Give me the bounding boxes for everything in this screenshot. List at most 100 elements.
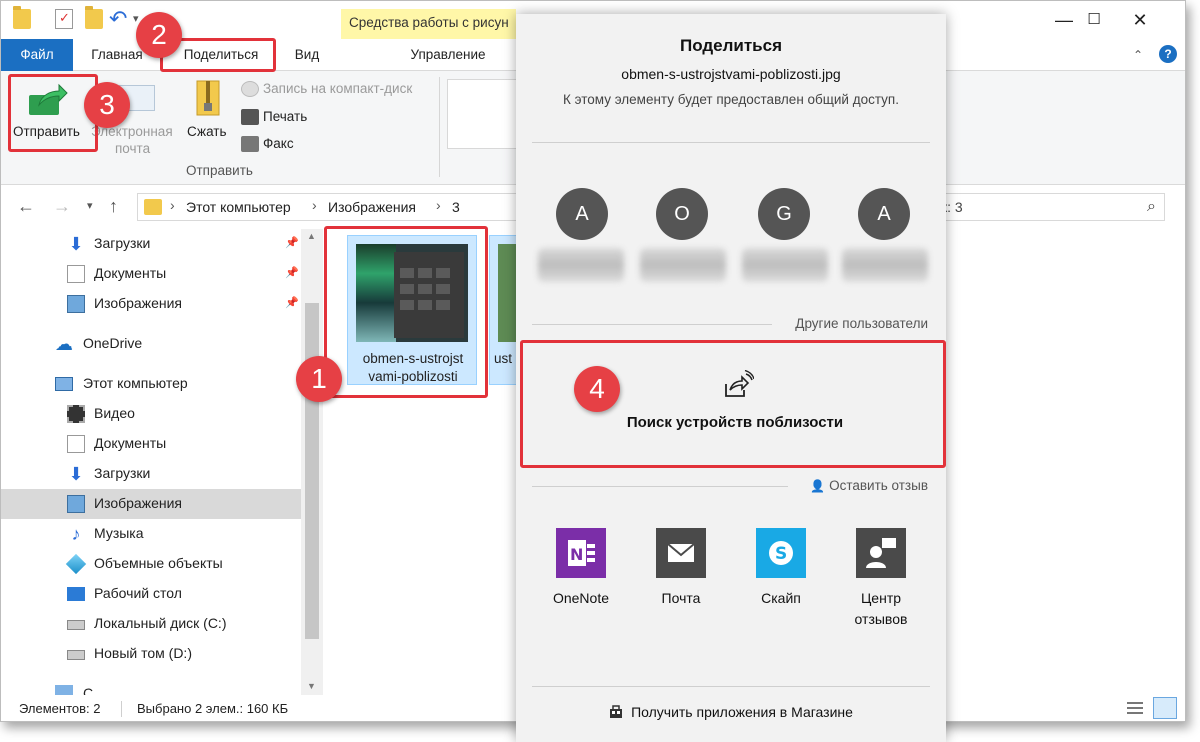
fax-icon	[241, 136, 259, 152]
cloud-icon: ☁	[55, 334, 73, 354]
help-icon[interactable]: ?	[1159, 45, 1177, 63]
nav-item-onedrive[interactable]: ☁ OneDrive	[1, 329, 301, 359]
details-view-icon[interactable]	[1125, 699, 1145, 717]
undo-icon[interactable]: ↶	[109, 8, 127, 30]
forward-arrow-icon[interactable]: →	[53, 195, 71, 217]
onenote-icon: N	[556, 528, 606, 578]
download-icon: ⬇	[68, 234, 84, 254]
nav-item-drive-d[interactable]: Новый том (D:)	[1, 639, 301, 669]
svg-text:S: S	[775, 544, 787, 564]
feedback-link[interactable]: 👤 Оставить отзыв	[810, 478, 928, 493]
fax-button[interactable]: Факс	[263, 135, 294, 152]
nav-item-documents-pc[interactable]: Документы	[1, 429, 301, 459]
app-onenote[interactable]: N OneNote	[536, 526, 626, 636]
close-icon[interactable]: ✕	[1117, 7, 1163, 33]
feedback-label: Оставить отзыв	[829, 478, 928, 493]
nav-item-pictures[interactable]: Изображения 📌	[1, 289, 301, 319]
share-description: К этому элементу будет предоставлен общи…	[563, 92, 899, 107]
nav-item-documents[interactable]: Документы 📌	[1, 259, 301, 289]
pin-icon[interactable]: 📌	[285, 266, 299, 279]
contact-avatar[interactable]: O	[656, 188, 708, 240]
nav-item-label: Рабочий стол	[94, 585, 182, 601]
large-icons-view-icon[interactable]	[1153, 697, 1177, 719]
contact-avatar[interactable]: A	[858, 188, 910, 240]
nav-item-label: OneDrive	[83, 335, 143, 351]
new-folder-icon[interactable]	[85, 6, 103, 29]
tab-manage[interactable]: Управление	[385, 39, 511, 71]
contact-avatar[interactable]: A	[556, 188, 608, 240]
app-label: Почта	[661, 590, 701, 606]
app-mail[interactable]: Почта	[636, 526, 726, 636]
store-link[interactable]: Получить приложения в Магазине	[516, 704, 946, 720]
contact-name-blurred	[742, 248, 828, 282]
picture-icon	[67, 295, 85, 313]
email-button-label-2[interactable]: почта	[115, 140, 150, 157]
item-count: Элементов: 2	[19, 701, 101, 716]
breadcrumb-this-pc[interactable]: Этот компьютер	[186, 199, 291, 215]
chevron-right-icon[interactable]: ›	[436, 197, 441, 213]
nav-item-label: Новый том (D:)	[94, 645, 192, 661]
app-label: Скайп	[761, 590, 801, 606]
app-label: Центр отзывов	[826, 588, 936, 630]
scroll-down-icon[interactable]: ▼	[307, 681, 316, 691]
contact-avatar[interactable]: G	[758, 188, 810, 240]
scroll-up-icon[interactable]: ▲	[307, 231, 316, 241]
ribbon-group-label: Отправить	[186, 163, 253, 178]
nav-item-label: С	[83, 685, 94, 695]
search-icon[interactable]: ⌕	[1147, 198, 1156, 216]
store-bag-icon	[610, 705, 623, 718]
other-users-link[interactable]: Другие пользователи	[795, 316, 928, 331]
feedback-hub-icon	[856, 528, 906, 578]
nav-item-label: Документы	[94, 435, 167, 451]
pin-icon[interactable]: 📌	[285, 236, 299, 249]
folder-icon[interactable]	[13, 6, 31, 29]
nav-item-label: Музыка	[94, 525, 144, 541]
nav-item-music[interactable]: ♪ Музыка	[1, 519, 301, 549]
chevron-right-icon[interactable]: ›	[312, 197, 317, 213]
picture-icon	[67, 495, 85, 513]
breadcrumb-images[interactable]: Изображения	[328, 199, 416, 215]
tab-view[interactable]: Вид	[281, 39, 333, 71]
nav-scrollbar[interactable]: ▲ ▼	[301, 229, 323, 695]
annotation-box-file	[324, 226, 488, 398]
pin-icon[interactable]: 📌	[285, 296, 299, 309]
cube-icon	[65, 553, 87, 575]
film-icon	[67, 405, 85, 423]
nav-item-drive-c[interactable]: Локальный диск (C:)	[1, 609, 301, 639]
network-icon	[55, 685, 73, 695]
burn-disc-button[interactable]: Запись на компакт-диск	[263, 80, 412, 97]
computer-icon	[55, 377, 73, 391]
nav-item-pictures-pc[interactable]: Изображения	[1, 489, 301, 519]
share-filename: obmen-s-ustrojstvami-poblizosti.jpg	[621, 66, 841, 82]
selection-info: Выбрано 2 элем.: 160 КБ	[137, 701, 289, 716]
app-label-line: Центр	[860, 590, 902, 606]
zip-icon[interactable]	[191, 79, 225, 119]
nav-item-downloads-pc[interactable]: ⬇ Загрузки	[1, 459, 301, 489]
contextual-tab-title: Средства работы с рисун	[341, 9, 516, 39]
nav-item-this-pc[interactable]: Этот компьютер	[1, 369, 301, 399]
back-arrow-icon[interactable]: ←	[17, 195, 35, 217]
nav-item-cut-off[interactable]: С	[1, 679, 301, 695]
step-badge-2: 2	[136, 12, 182, 58]
properties-icon[interactable]	[55, 9, 73, 29]
scrollbar-thumb[interactable]	[305, 303, 319, 639]
contact-name-blurred	[538, 248, 624, 282]
printer-icon	[241, 109, 259, 125]
nav-item-video[interactable]: Видео	[1, 399, 301, 429]
nav-item-3d-objects[interactable]: Объемные объекты	[1, 549, 301, 579]
recent-locations-icon[interactable]: ▾	[87, 195, 93, 217]
nav-item-desktop[interactable]: Рабочий стол	[1, 579, 301, 609]
print-button[interactable]: Печать	[263, 108, 307, 125]
up-arrow-icon[interactable]: ↑	[109, 195, 118, 217]
search-input[interactable]: ск: 3 ⌕	[925, 193, 1165, 221]
breadcrumb-folder[interactable]: 3	[452, 199, 460, 215]
share-with-gallery[interactable]	[447, 79, 517, 149]
zip-button-label[interactable]: Сжать	[187, 123, 227, 140]
nav-item-downloads[interactable]: ⬇ Загрузки 📌	[1, 229, 301, 259]
app-feedback-hub[interactable]: Центр отзывов	[836, 526, 926, 636]
chevron-right-icon[interactable]: ›	[170, 197, 175, 213]
maximize-icon[interactable]: ☐	[1071, 7, 1117, 33]
tab-file[interactable]: Файл	[1, 39, 73, 71]
collapse-ribbon-icon[interactable]: ⌃	[1133, 39, 1143, 71]
app-skype[interactable]: S Скайп	[736, 526, 826, 636]
